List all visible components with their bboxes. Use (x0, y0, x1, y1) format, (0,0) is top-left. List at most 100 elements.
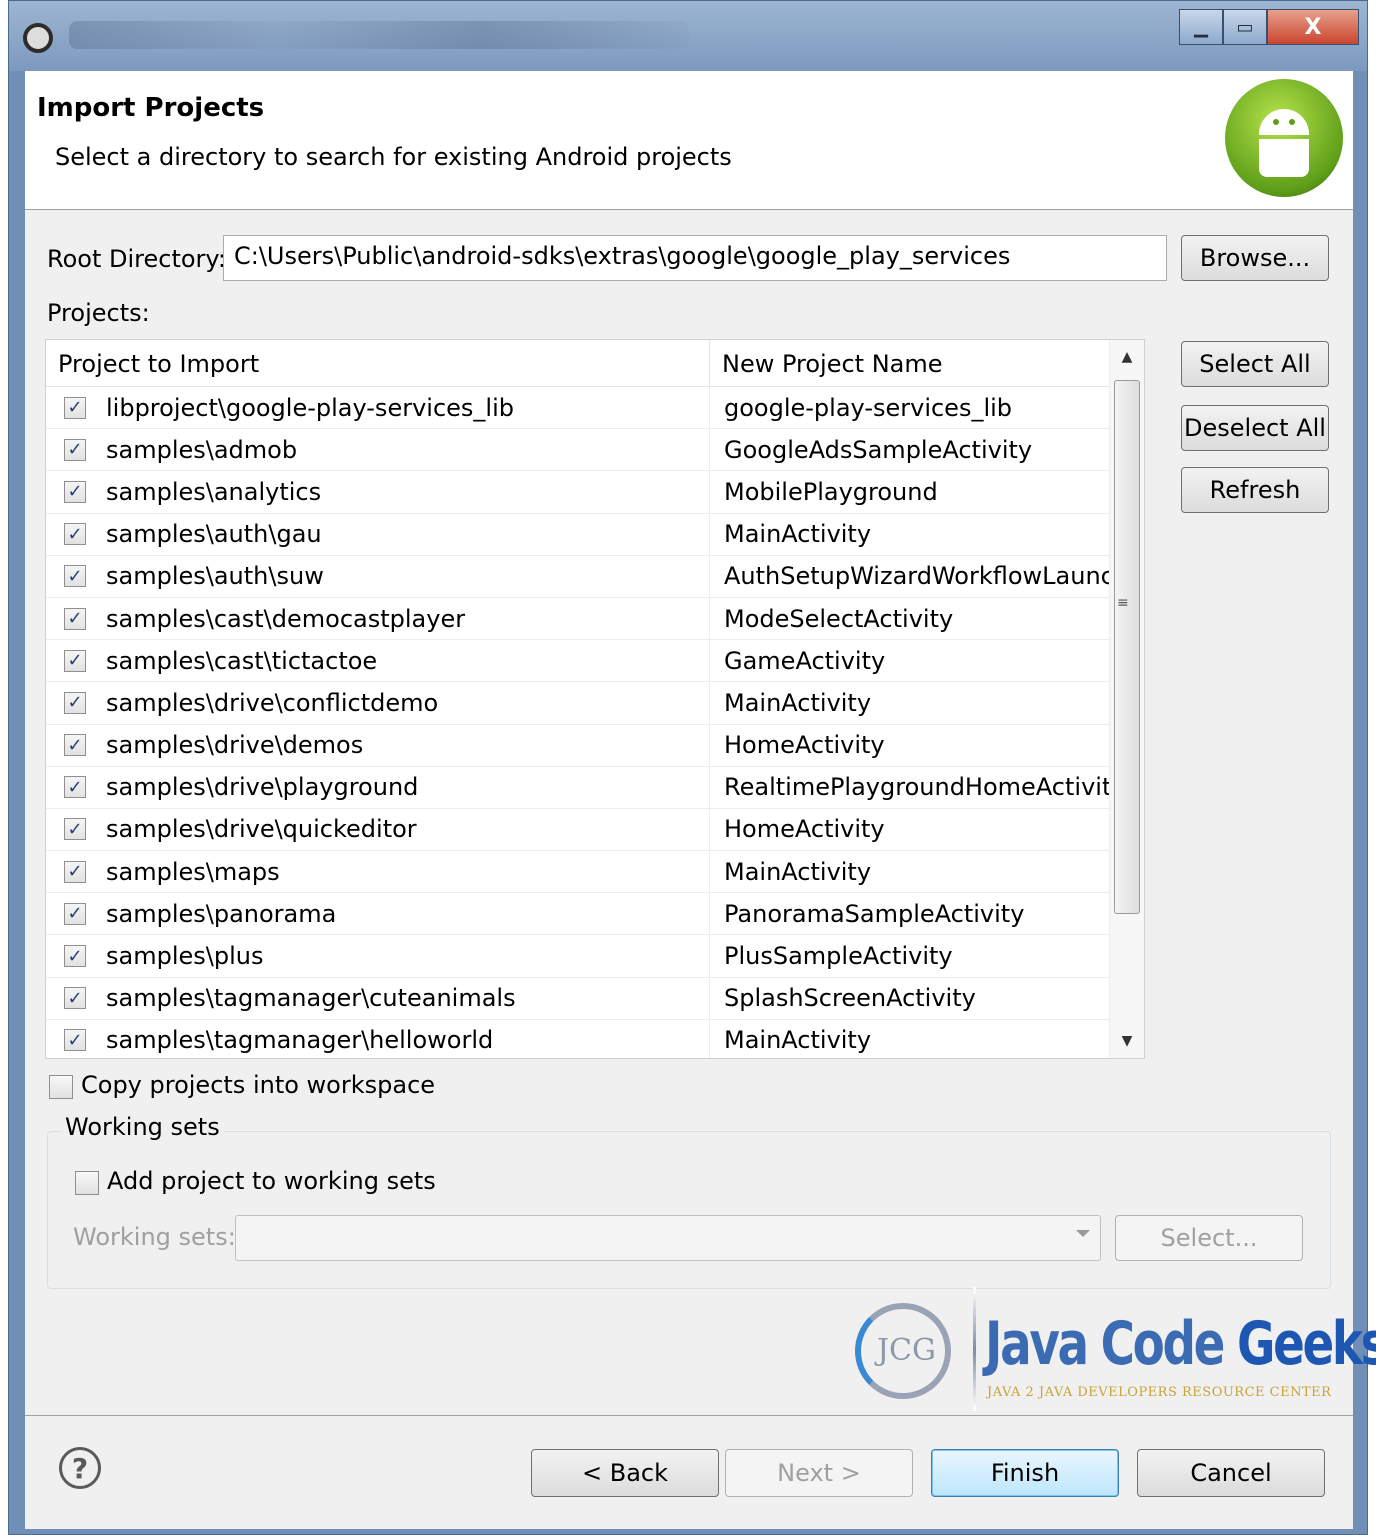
table-row[interactable]: ✓ libproject\google-play-services_lib goog… (46, 387, 1132, 430)
footer-separator (25, 1415, 1353, 1416)
eclipse-gear-icon (23, 23, 53, 53)
project-path-cell: ✓ samples\maps (46, 851, 710, 893)
table-row[interactable]: ✓ samples\auth\gau MainActivity (46, 513, 1132, 556)
browse-button[interactable]: Browse... (1181, 235, 1329, 281)
project-checkbox[interactable]: ✓ (64, 523, 86, 546)
copy-projects-checkbox[interactable] (49, 1075, 73, 1099)
android-head (1259, 109, 1309, 135)
project-path: samples\maps (106, 857, 280, 886)
table-row[interactable]: ✓ samples\drive\playground RealtimePlaygro… (46, 766, 1132, 809)
project-path: samples\cast\democastplayer (106, 604, 466, 633)
help-icon[interactable]: ? (59, 1447, 101, 1489)
finish-button[interactable]: Finish (931, 1449, 1119, 1497)
project-checkbox[interactable]: ✓ (64, 818, 86, 841)
table-row[interactable]: ✓ samples\drive\quickeditor HomeActivity (46, 808, 1132, 852)
scroll-down-arrow-icon[interactable]: ▼ (1110, 1024, 1144, 1058)
table-row[interactable]: ✓ samples\cast\tictactoe GameActivity (46, 640, 1132, 683)
table-row[interactable]: ✓ samples\analytics MobilePlayground (46, 471, 1132, 514)
wizard-header: Import Projects Select a directory to se… (25, 71, 1353, 210)
project-checkbox[interactable]: ✓ (64, 945, 86, 968)
table-row[interactable]: ✓ samples\panorama PanoramaSampleActivity (46, 893, 1132, 936)
android-eye-right (1289, 119, 1295, 125)
project-checkbox[interactable]: ✓ (64, 776, 86, 799)
new-project-name-cell[interactable]: GoogleAdsSampleActivity (710, 429, 1130, 470)
new-project-name-cell[interactable]: MainActivity (710, 1020, 1130, 1058)
project-checkbox[interactable]: ✓ (64, 987, 86, 1010)
scroll-up-arrow-icon[interactable]: ▲ (1110, 340, 1144, 374)
table-vertical-scrollbar[interactable]: ▲ ≡ ▼ (1109, 340, 1144, 1058)
project-checkbox[interactable]: ✓ (64, 480, 86, 503)
new-project-name-cell[interactable]: MainActivity (710, 851, 1130, 892)
project-checkbox[interactable]: ✓ (64, 860, 86, 883)
project-checkbox[interactable]: ✓ (64, 902, 86, 925)
working-sets-combo[interactable] (235, 1215, 1101, 1261)
project-path: samples\auth\gau (106, 520, 322, 549)
project-checkbox[interactable]: ✓ (64, 607, 86, 630)
new-project-name-cell[interactable]: PanoramaSampleActivity (710, 893, 1130, 934)
projects-table[interactable]: Project to Import New Project Name ✓ libp… (45, 339, 1145, 1059)
project-checkbox[interactable]: ✓ (64, 438, 86, 461)
new-project-name-cell[interactable]: SplashScreenActivity (710, 978, 1130, 1019)
table-row[interactable]: ✓ samples\admob GoogleAdsSampleActivity (46, 429, 1132, 472)
project-path: samples\drive\quickeditor (106, 815, 417, 844)
table-row[interactable]: ✓ samples\tagmanager\helloworld MainActivi… (46, 1019, 1132, 1058)
project-checkbox[interactable]: ✓ (64, 691, 86, 714)
table-row[interactable]: ✓ samples\drive\demos HomeActivity (46, 724, 1132, 767)
project-checkbox[interactable]: ✓ (64, 649, 86, 672)
table-row[interactable]: ✓ samples\tagmanager\cuteanimals SplashScr… (46, 977, 1132, 1020)
android-eye-left (1273, 119, 1279, 125)
jcg-brand: Java Code Geeks (985, 1309, 1376, 1379)
select-all-button[interactable]: Select All (1181, 341, 1329, 387)
scrollbar-grip-icon: ≡ (1117, 595, 1129, 611)
project-checkbox[interactable]: ✓ (64, 565, 86, 588)
project-checkbox[interactable]: ✓ (64, 1029, 86, 1052)
project-checkbox[interactable]: ✓ (64, 734, 86, 757)
deselect-all-button[interactable]: Deselect All (1181, 405, 1329, 451)
working-sets-group (47, 1131, 1331, 1289)
column-header-new-project-name[interactable]: New Project Name (710, 340, 1130, 386)
back-button[interactable]: < Back (531, 1449, 719, 1497)
new-project-name-cell[interactable]: GameActivity (710, 640, 1130, 681)
project-checkbox[interactable]: ✓ (64, 396, 86, 419)
new-project-name-cell[interactable]: MainActivity (710, 682, 1130, 723)
new-project-name-cell[interactable]: MainActivity (710, 514, 1130, 555)
table-body: ✓ libproject\google-play-services_lib goog… (46, 387, 1132, 1058)
project-path: libproject\google-play-services_lib (106, 393, 514, 422)
root-directory-label: Root Directory: (47, 245, 226, 273)
close-button[interactable]: X (1267, 9, 1359, 45)
jcg-tagline: JAVA 2 JAVA DEVELOPERS RESOURCE CENTER (987, 1385, 1332, 1400)
refresh-button[interactable]: Refresh (1181, 467, 1329, 513)
title-bar[interactable]: ▁ ▭ X (9, 1, 1367, 71)
cancel-button[interactable]: Cancel (1137, 1449, 1325, 1497)
table-row[interactable]: ✓ samples\auth\suw AuthSetupWizardWorkflow… (46, 555, 1132, 598)
new-project-name-cell[interactable]: ModeSelectActivity (710, 598, 1130, 639)
table-row[interactable]: ✓ samples\drive\conflictdemo MainActivity (46, 682, 1132, 725)
column-header-project-to-import[interactable]: Project to Import (46, 340, 710, 386)
new-project-name-cell[interactable]: RealtimePlaygroundHomeActivity (710, 767, 1130, 808)
copy-projects-label[interactable]: Copy projects into workspace (81, 1071, 435, 1099)
import-projects-window: ▁ ▭ X Import Projects Select a directory… (8, 0, 1376, 1535)
new-project-name-cell[interactable]: AuthSetupWizardWorkflowLaunc... (710, 556, 1130, 597)
root-directory-input[interactable]: C:\Users\Public\android-sdks\extras\goog… (223, 235, 1167, 281)
new-project-name-cell[interactable]: MobilePlayground (710, 471, 1130, 512)
working-sets-select-button[interactable]: Select... (1115, 1215, 1303, 1261)
maximize-button[interactable]: ▭ (1223, 9, 1267, 45)
project-path-cell: ✓ samples\plus (46, 935, 710, 977)
project-path: samples\plus (106, 942, 264, 971)
new-project-name-cell[interactable]: HomeActivity (710, 809, 1130, 850)
scrollbar-thumb[interactable] (1114, 380, 1140, 914)
new-project-name-cell[interactable]: HomeActivity (710, 725, 1130, 766)
next-button[interactable]: Next > (725, 1449, 913, 1497)
project-path: samples\tagmanager\helloworld (106, 1026, 494, 1055)
table-row[interactable]: ✓ samples\cast\democastplayer ModeSelectAc… (46, 597, 1132, 641)
table-row[interactable]: ✓ samples\maps MainActivity (46, 851, 1132, 894)
add-to-working-sets-checkbox[interactable] (75, 1171, 99, 1195)
minimize-button[interactable]: ▁ (1179, 9, 1223, 45)
project-path-cell: ✓ samples\panorama (46, 893, 710, 935)
project-path: samples\analytics (106, 477, 322, 506)
table-header: Project to Import New Project Name (46, 340, 1132, 387)
table-row[interactable]: ✓ samples\plus PlusSampleActivity (46, 935, 1132, 978)
add-to-working-sets-label[interactable]: Add project to working sets (107, 1167, 436, 1195)
new-project-name-cell[interactable]: PlusSampleActivity (710, 935, 1130, 976)
new-project-name-cell[interactable]: google-play-services_lib (710, 387, 1130, 428)
